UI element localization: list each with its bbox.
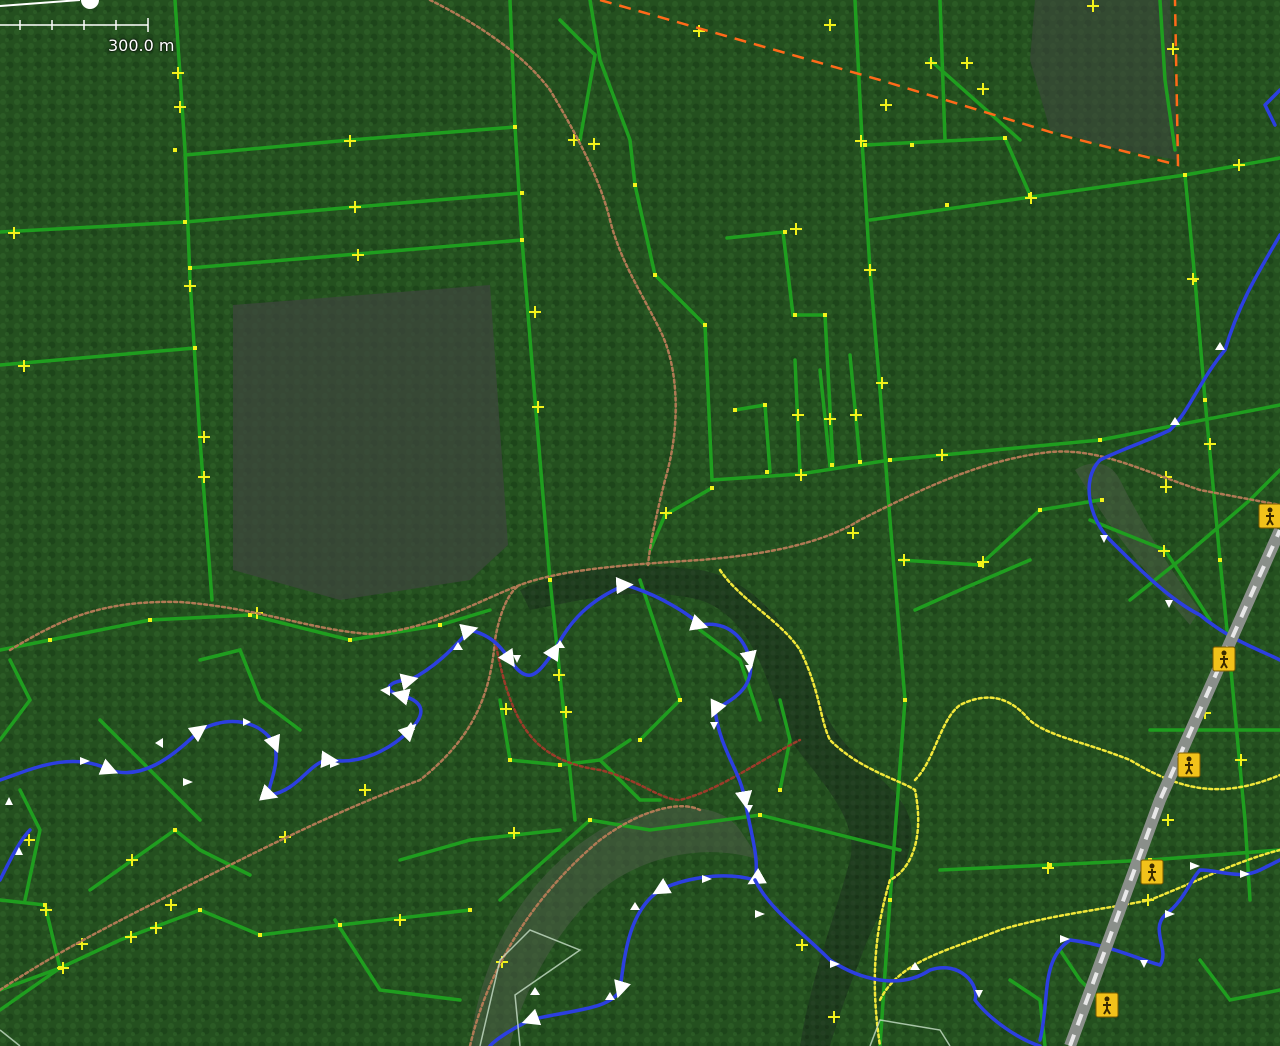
zoom-slider-handle[interactable]	[81, 0, 99, 9]
map-canvas[interactable]	[0, 0, 1280, 1046]
hiker-icon[interactable]	[1258, 503, 1280, 529]
clearing-area[interactable]	[233, 285, 508, 600]
satellite-imagery	[0, 0, 1280, 1046]
hiker-icon[interactable]	[1140, 859, 1164, 885]
hiker-icon[interactable]	[1095, 992, 1119, 1018]
scale-bar: 300.0 m	[0, 0, 174, 60]
scale-bar-ruler	[0, 0, 149, 32]
map-view[interactable]: 300.0 m	[0, 0, 1280, 1046]
scale-label: 300.0 m	[108, 36, 175, 55]
hiker-icon[interactable]	[1212, 646, 1236, 672]
hiker-icon[interactable]	[1177, 752, 1201, 778]
